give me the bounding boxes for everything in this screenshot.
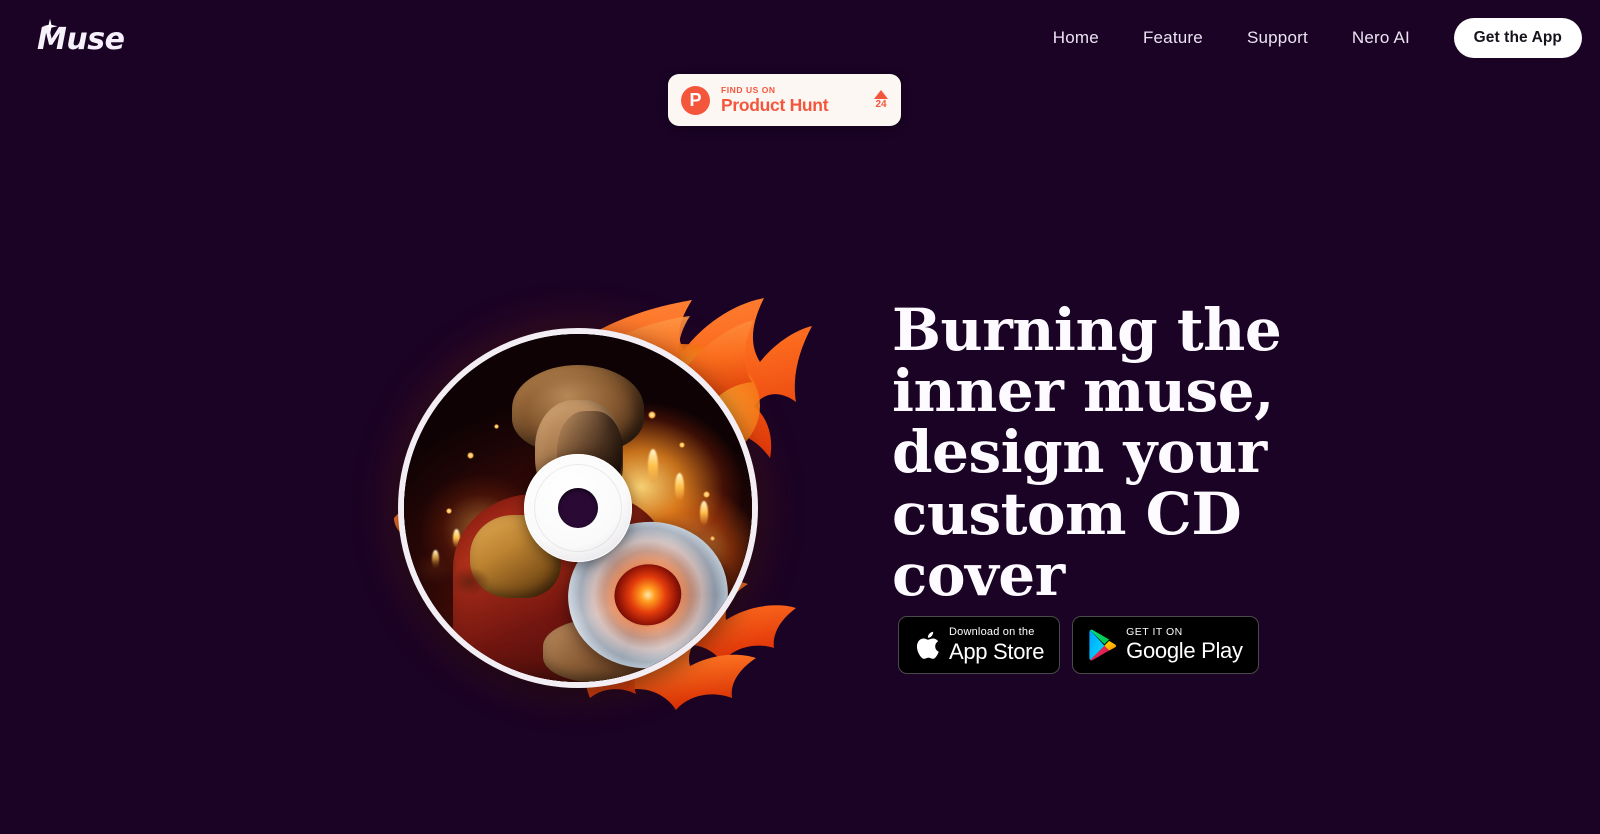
app-store-labels: Download on the App Store [949, 626, 1044, 664]
product-hunt-icon: P [681, 85, 710, 115]
google-play-icon [1088, 629, 1117, 661]
upvote-count: 24 [875, 99, 887, 110]
nav-link-support[interactable]: Support [1225, 0, 1330, 76]
app-store-big-label: App Store [949, 638, 1045, 664]
apple-icon [914, 630, 940, 661]
logo-text: Muse [37, 22, 125, 57]
product-hunt-badge[interactable]: P FIND US ON Product Hunt 24 [668, 74, 901, 126]
google-play-big-label: Google Play [1126, 638, 1243, 664]
get-the-app-button[interactable]: Get the App [1453, 18, 1582, 58]
cd-center-hub [524, 454, 632, 562]
nav-link-nero-ai[interactable]: Nero AI [1330, 0, 1432, 76]
nav-link-feature[interactable]: Feature [1121, 0, 1225, 76]
landing-page: Muse Home Feature Support Nero AI Get th… [0, 0, 1600, 834]
product-hunt-text: FIND US ON Product Hunt [721, 85, 861, 115]
upvote-triangle-icon [874, 90, 888, 99]
product-hunt-name: Product Hunt [721, 94, 829, 115]
cd-disc[interactable] [398, 328, 758, 688]
google-play-labels: GET IT ON Google Play [1126, 626, 1243, 664]
cd-center-hole [558, 488, 598, 528]
google-play-badge[interactable]: GET IT ON Google Play [1072, 616, 1259, 674]
nav-link-home[interactable]: Home [1031, 0, 1121, 76]
navbar: Muse Home Feature Support Nero AI Get th… [0, 0, 1600, 76]
cd-cover-artwork [340, 286, 820, 710]
nav-links: Home Feature Support Nero AI [1031, 0, 1432, 76]
hero-copy: Burning the inner muse, design your cust… [892, 296, 1372, 609]
product-hunt-kicker: FIND US ON [721, 84, 776, 95]
product-hunt-upvote[interactable]: 24 [872, 90, 888, 110]
page-title: Burning the inner muse, design your cust… [892, 296, 1282, 609]
app-store-small-label: Download on the [949, 625, 1035, 638]
app-store-badge[interactable]: Download on the App Store [898, 616, 1061, 674]
store-badges: Download on the App Store GET IT ON Goog… [898, 616, 1259, 674]
logo[interactable]: Muse [24, 14, 134, 60]
